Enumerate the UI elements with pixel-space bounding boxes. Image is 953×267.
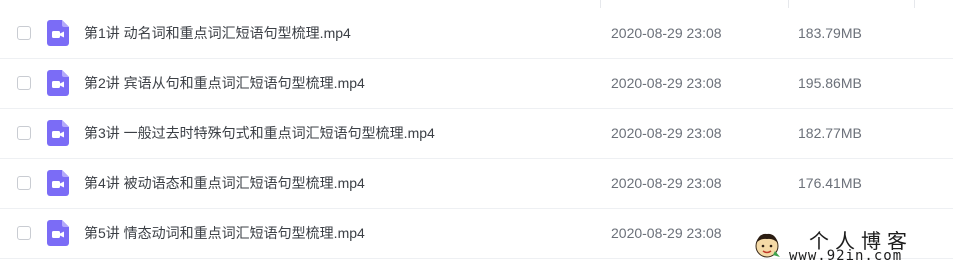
file-list: 第1讲 动名词和重点词汇短语句型梳理.mp4 2020-08-29 23:08 … (0, 0, 953, 267)
file-modified-date: 2020-08-29 23:08 (611, 75, 722, 91)
file-row[interactable]: 第2讲 宾语从句和重点词汇短语句型梳理.mp4 2020-08-29 23:08… (0, 59, 953, 109)
cartoon-face-logo-icon (755, 233, 780, 258)
column-divider (788, 0, 789, 8)
column-divider (600, 0, 601, 8)
file-name[interactable]: 第4讲 被动语态和重点词汇短语句型梳理.mp4 (84, 173, 365, 193)
file-row[interactable]: 第1讲 动名词和重点词汇短语句型梳理.mp4 2020-08-29 23:08 … (0, 9, 953, 59)
row-checkbox[interactable] (17, 126, 31, 140)
row-checkbox[interactable] (17, 76, 31, 90)
video-file-icon (47, 120, 69, 146)
file-size: 183.79MB (798, 25, 862, 41)
file-size: 182.77MB (798, 125, 862, 141)
watermark-url: www.92in.com (789, 248, 903, 264)
blog-watermark: 个人博客 www.92in.com (749, 225, 947, 265)
file-name[interactable]: 第3讲 一般过去时特殊句式和重点词汇短语句型梳理.mp4 (84, 123, 435, 143)
file-size: 176.41MB (798, 175, 862, 191)
video-file-icon (47, 20, 69, 46)
file-row[interactable]: 第3讲 一般过去时特殊句式和重点词汇短语句型梳理.mp4 2020-08-29 … (0, 109, 953, 159)
file-size: 195.86MB (798, 75, 862, 91)
row-checkbox[interactable] (17, 26, 31, 40)
file-name[interactable]: 第5讲 情态动词和重点词汇短语句型梳理.mp4 (84, 223, 365, 243)
file-modified-date: 2020-08-29 23:08 (611, 225, 722, 241)
file-name[interactable]: 第1讲 动名词和重点词汇短语句型梳理.mp4 (84, 23, 351, 43)
video-file-icon (47, 70, 69, 96)
file-modified-date: 2020-08-29 23:08 (611, 125, 722, 141)
row-checkbox[interactable] (17, 176, 31, 190)
file-modified-date: 2020-08-29 23:08 (611, 25, 722, 41)
row-checkbox[interactable] (17, 226, 31, 240)
column-divider (914, 0, 915, 8)
file-row[interactable]: 第4讲 被动语态和重点词汇短语句型梳理.mp4 2020-08-29 23:08… (0, 159, 953, 209)
file-modified-date: 2020-08-29 23:08 (611, 175, 722, 191)
file-name[interactable]: 第2讲 宾语从句和重点词汇短语句型梳理.mp4 (84, 73, 365, 93)
video-file-icon (47, 220, 69, 246)
video-file-icon (47, 170, 69, 196)
